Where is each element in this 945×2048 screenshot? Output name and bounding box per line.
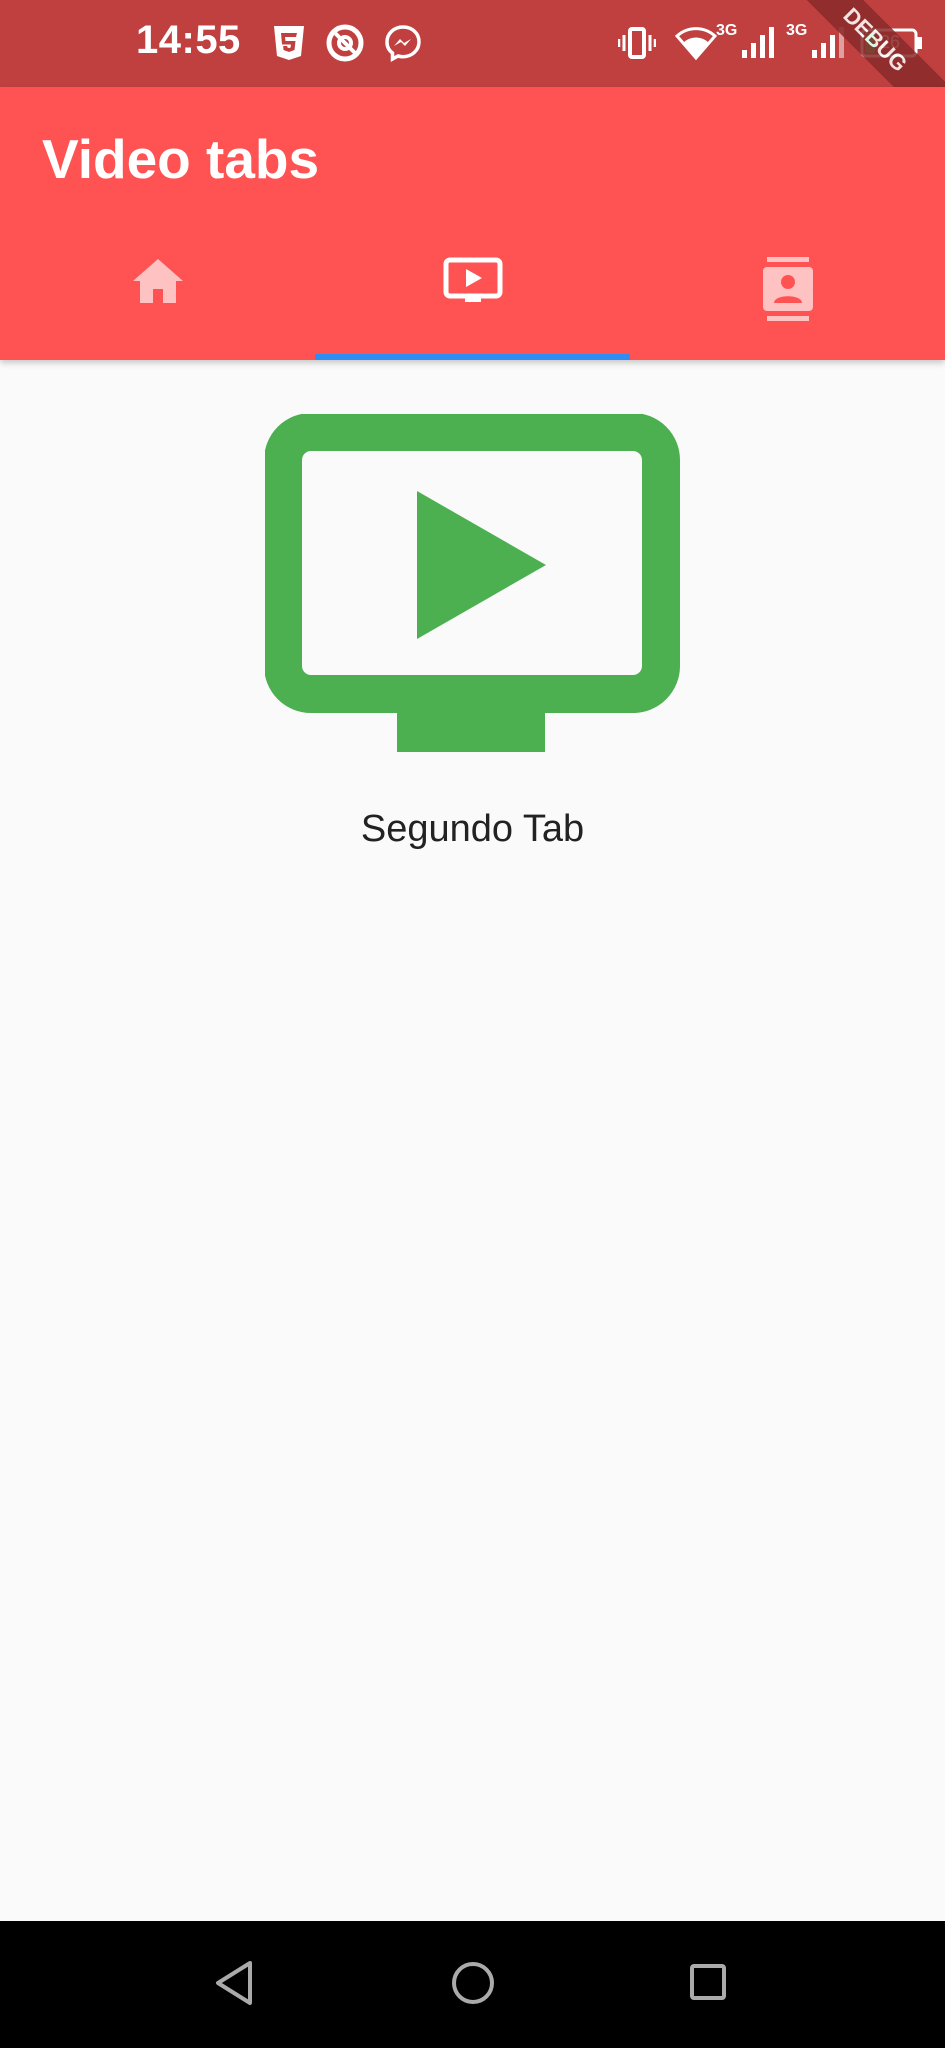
home-circle-icon[interactable] (450, 1959, 496, 2012)
network-type-1: 3G (716, 22, 738, 39)
tab-home[interactable] (0, 257, 315, 360)
status-bar: 14:55 3G 3G 26 DEBUG (0, 0, 945, 147)
tab-content-label: Segundo Tab (360, 808, 585, 850)
signal-icon (740, 24, 776, 65)
app-bar: Video tabs (0, 87, 945, 360)
tv-play-icon (443, 257, 503, 312)
network-type-2: 3G (786, 22, 808, 39)
home-icon (131, 257, 185, 310)
html5-icon (272, 24, 306, 67)
messenger-icon (384, 24, 422, 67)
wifi-icon (674, 24, 718, 67)
status-time: 14:55 (136, 18, 241, 62)
recents-icon[interactable] (688, 1959, 728, 2012)
page-title: Video tabs (42, 128, 320, 190)
tab-contacts[interactable] (630, 257, 945, 360)
vibrate-icon (617, 24, 657, 67)
tv-play-icon (264, 413, 680, 757)
back-icon[interactable] (212, 1959, 256, 2012)
navigation-bar (0, 1921, 945, 2048)
contact-icon (761, 257, 815, 328)
no-signal-app-icon (326, 24, 364, 67)
tab-video[interactable] (315, 257, 630, 360)
tab-indicator (315, 354, 630, 360)
